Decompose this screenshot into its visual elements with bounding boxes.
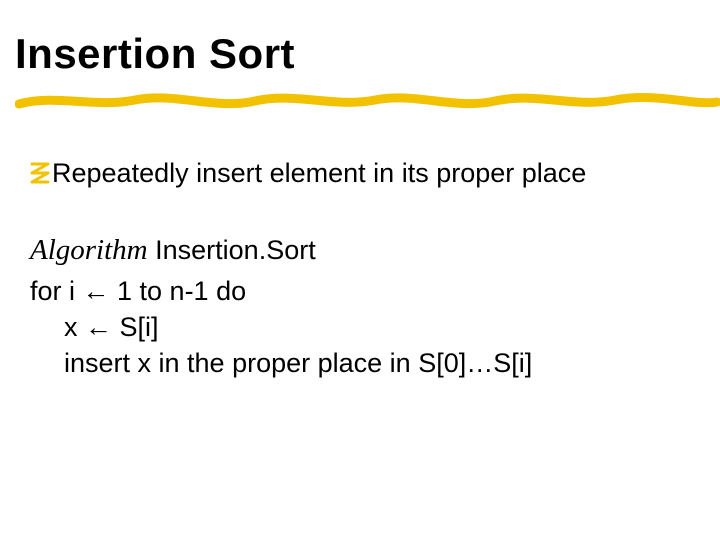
slide-body: Repeatedly insert element in its proper … [30,155,670,382]
algorithm-line-2: x ← S[i] [30,309,670,345]
algorithm-line-1: for i ← 1 to n-1 do [30,273,670,309]
bullet-text: Repeatedly insert element in its proper … [52,155,670,191]
algorithm-line-3: insert x in the proper place in S[0]…S[i… [30,345,670,381]
slide: Insertion Sort Repeatedly insert element… [0,0,720,540]
algorithm-keyword: Algorithm [30,234,148,266]
algorithm-title-line: Algorithm Insertion.Sort [30,231,670,270]
title-block: Insertion Sort [15,30,705,114]
algorithm-block: Algorithm Insertion.Sort for i ← 1 to n-… [30,231,670,381]
bullet-item: Repeatedly insert element in its proper … [30,155,670,191]
algorithm-name: Insertion.Sort [155,235,316,265]
slide-title: Insertion Sort [15,30,705,78]
z-bullet-icon [30,162,50,184]
title-underline [15,86,720,114]
